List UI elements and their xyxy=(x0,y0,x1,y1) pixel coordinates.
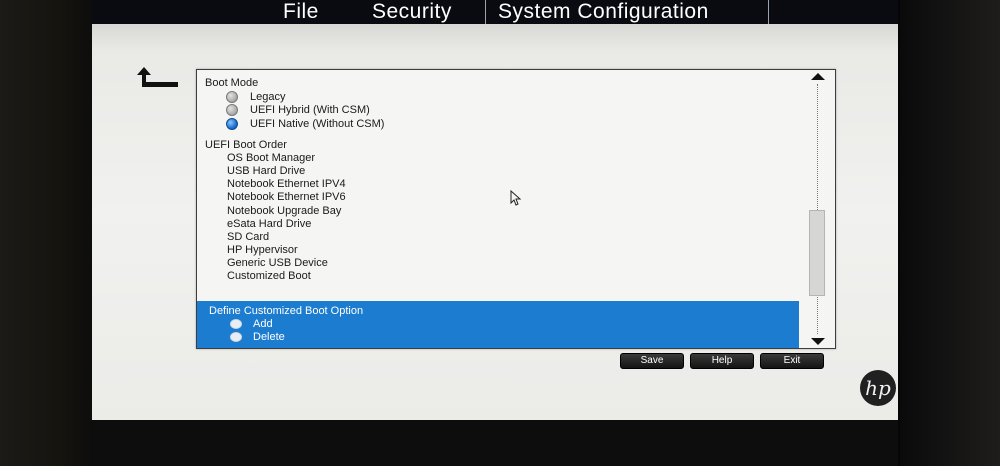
uefi-boot-order-heading: UEFI Boot Order xyxy=(205,139,287,151)
boot-item-ethernet-ipv6[interactable]: Notebook Ethernet IPV6 xyxy=(227,191,346,203)
boot-item-upgrade-bay[interactable]: Notebook Upgrade Bay xyxy=(227,205,341,217)
customized-boot-option-row[interactable]: Define Customized Boot Option Add Delete xyxy=(197,301,799,348)
monitor-bezel-right xyxy=(900,0,1000,466)
scroll-thumb[interactable] xyxy=(809,210,825,296)
scrollbar[interactable] xyxy=(807,70,825,348)
back-arrow-icon[interactable] xyxy=(134,65,182,91)
hp-logo: hp xyxy=(860,370,896,406)
boot-item-usb-hard-drive[interactable]: USB Hard Drive xyxy=(227,165,305,177)
tab-security[interactable]: Security xyxy=(360,0,464,24)
radio-delete[interactable] xyxy=(230,332,242,342)
boot-item-hp-hypervisor[interactable]: HP Hypervisor xyxy=(227,244,298,256)
settings-panel: Boot Mode Legacy UEFI Hybrid (With CSM) … xyxy=(196,69,836,349)
uefi-native-label[interactable]: UEFI Native (Without CSM) xyxy=(250,118,384,130)
delete-label[interactable]: Delete xyxy=(253,331,285,343)
boot-item-sd-card[interactable]: SD Card xyxy=(227,231,269,243)
save-button[interactable]: Save xyxy=(620,353,684,369)
legacy-label[interactable]: Legacy xyxy=(250,91,285,103)
customized-boot-heading: Define Customized Boot Option xyxy=(209,305,364,317)
boot-item-generic-usb[interactable]: Generic USB Device xyxy=(227,257,328,269)
scroll-down-arrow-icon[interactable] xyxy=(811,338,825,345)
boot-item-customized-boot[interactable]: Customized Boot xyxy=(227,270,311,282)
tab-system-configuration[interactable]: System Configuration xyxy=(485,0,769,24)
mouse-cursor-icon xyxy=(510,190,522,206)
radio-uefi-hybrid[interactable] xyxy=(226,104,238,116)
boot-mode-heading: Boot Mode xyxy=(205,77,259,89)
boot-item-os-boot-manager[interactable]: OS Boot Manager xyxy=(227,152,315,164)
exit-button[interactable]: Exit xyxy=(760,353,824,369)
monitor-bezel-left xyxy=(0,0,100,466)
tab-file[interactable]: File xyxy=(271,0,331,24)
scroll-track xyxy=(817,84,818,334)
help-button[interactable]: Help xyxy=(690,353,754,369)
scroll-up-arrow-icon[interactable] xyxy=(811,73,825,80)
radio-legacy[interactable] xyxy=(226,91,238,103)
radio-uefi-native[interactable] xyxy=(226,118,238,130)
boot-item-ethernet-ipv4[interactable]: Notebook Ethernet IPV4 xyxy=(227,178,346,190)
screen-bottom-edge xyxy=(92,420,898,466)
boot-item-esata-hard-drive[interactable]: eSata Hard Drive xyxy=(227,218,311,230)
uefi-hybrid-label[interactable]: UEFI Hybrid (With CSM) xyxy=(250,104,370,116)
add-label[interactable]: Add xyxy=(253,318,273,330)
radio-add[interactable] xyxy=(230,319,242,329)
